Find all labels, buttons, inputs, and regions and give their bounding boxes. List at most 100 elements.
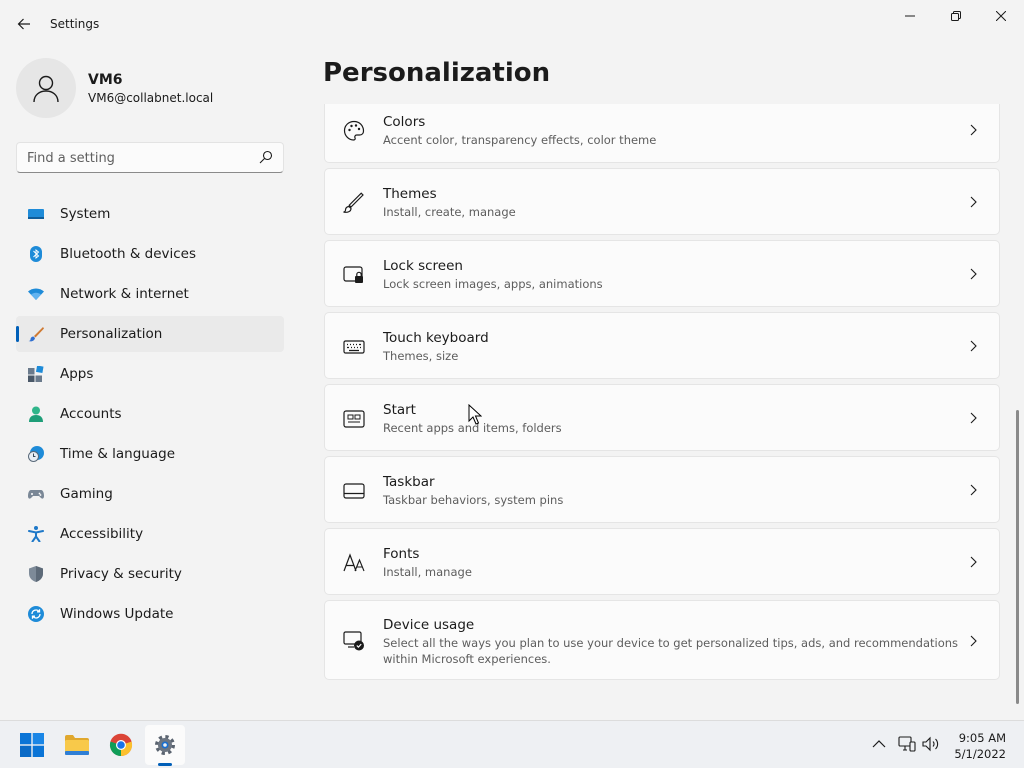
- sidebar-item-time-language[interactable]: Time & language: [16, 436, 284, 472]
- title-bar: Settings: [0, 0, 1024, 48]
- restore-button[interactable]: [933, 0, 979, 32]
- volume-icon[interactable]: [922, 736, 940, 752]
- minimize-icon: [905, 15, 915, 17]
- network-icon[interactable]: [898, 736, 916, 752]
- bluetooth-icon: [30, 246, 42, 262]
- card-subtitle: Lock screen images, apps, animations: [383, 277, 603, 291]
- account-email: VM6@collabnet.local: [88, 91, 214, 105]
- search-box[interactable]: [16, 142, 284, 173]
- folder-icon: [65, 735, 89, 755]
- sidebar-item-bluetooth[interactable]: Bluetooth & devices: [16, 236, 284, 272]
- card-device-usage[interactable]: Device usage Select all the ways you pla…: [324, 600, 1000, 680]
- start-button[interactable]: [12, 725, 52, 765]
- sidebar-item-personalization[interactable]: Personalization: [16, 316, 284, 352]
- chevron-right-icon: [970, 556, 977, 568]
- lock-screen-icon: [343, 266, 363, 283]
- restore-icon: [951, 11, 961, 21]
- wifi-icon: [28, 288, 44, 300]
- search-icon: [259, 150, 273, 164]
- sidebar-item-label: Time & language: [60, 446, 176, 462]
- card-subtitle: Install, manage: [383, 565, 472, 579]
- gamepad-icon: [28, 490, 44, 499]
- card-touch-keyboard[interactable]: Touch keyboard Themes, size: [324, 312, 1000, 379]
- clock-time[interactable]: 9:05 AM: [958, 731, 1006, 745]
- accounts-icon: [29, 406, 43, 422]
- card-title: Device usage: [383, 617, 475, 633]
- app-title: Settings: [50, 17, 100, 31]
- chevron-right-icon: [970, 124, 977, 136]
- account-name: VM6: [88, 72, 123, 88]
- taskbar-icon: [343, 483, 365, 499]
- accessibility-icon: [28, 526, 44, 542]
- back-button[interactable]: [12, 12, 36, 36]
- sidebar-item-label: Apps: [60, 366, 94, 382]
- sidebar-item-accounts[interactable]: Accounts: [16, 396, 284, 432]
- clock-globe-icon: [28, 446, 44, 462]
- card-subtitle: Themes, size: [383, 349, 459, 363]
- card-subtitle: Select all the ways you plan to use your…: [383, 636, 959, 666]
- chevron-right-icon: [970, 412, 977, 424]
- palette-icon: [343, 120, 365, 141]
- sidebar-item-windows-update[interactable]: Windows Update: [16, 596, 284, 632]
- card-title: Themes: [383, 186, 437, 202]
- update-icon: [28, 606, 44, 622]
- sidebar-item-label: Network & internet: [60, 286, 189, 302]
- chevron-right-icon: [970, 484, 977, 496]
- fonts-icon: [343, 553, 365, 572]
- clock-date[interactable]: 5/1/2022: [952, 747, 1006, 761]
- sidebar-item-label: Privacy & security: [60, 566, 182, 582]
- active-app-indicator: [158, 763, 172, 766]
- sidebar-item-accessibility[interactable]: Accessibility: [16, 516, 284, 552]
- pen-brush-icon: [343, 192, 364, 213]
- sidebar-item-gaming[interactable]: Gaming: [16, 476, 284, 512]
- sidebar-item-privacy-security[interactable]: Privacy & security: [16, 556, 284, 592]
- card-subtitle: Accent color, transparency effects, colo…: [383, 133, 657, 147]
- card-title: Colors: [383, 114, 426, 130]
- sidebar-item-system[interactable]: System: [16, 196, 284, 232]
- sidebar-item-network[interactable]: Network & internet: [16, 276, 284, 312]
- windows-logo-icon: [20, 733, 44, 757]
- gear-icon: [155, 735, 175, 755]
- file-explorer-button[interactable]: [57, 725, 97, 765]
- card-lock-screen[interactable]: Lock screen Lock screen images, apps, an…: [324, 240, 1000, 307]
- keyboard-icon: [343, 340, 365, 354]
- card-subtitle: Taskbar behaviors, system pins: [383, 493, 564, 507]
- chevron-right-icon: [970, 268, 977, 280]
- card-title: Taskbar: [383, 474, 435, 490]
- close-icon: [996, 11, 1006, 21]
- sidebar-item-label: Accessibility: [60, 526, 144, 542]
- card-subtitle: Install, create, manage: [383, 205, 516, 219]
- shield-icon: [29, 566, 43, 582]
- card-themes[interactable]: Themes Install, create, manage: [324, 168, 1000, 235]
- card-title: Start: [383, 402, 416, 418]
- card-fonts[interactable]: Fonts Install, manage: [324, 528, 1000, 595]
- close-button[interactable]: [978, 0, 1024, 32]
- back-arrow-icon: [17, 18, 30, 30]
- avatar[interactable]: [16, 58, 76, 118]
- chevron-right-icon: [970, 196, 977, 208]
- card-title: Fonts: [383, 546, 420, 562]
- card-start[interactable]: Start Recent apps and items, folders: [324, 384, 1000, 451]
- sidebar-item-label: System: [60, 206, 111, 222]
- settings-taskbar-button[interactable]: [145, 725, 185, 765]
- apps-icon: [28, 366, 44, 382]
- sidebar-item-label: Accounts: [60, 406, 122, 422]
- settings-list: Colors Accent color, transparency effect…: [324, 104, 1000, 712]
- sidebar-item-label: Personalization: [60, 326, 163, 342]
- chevron-up-icon[interactable]: [872, 738, 886, 750]
- scrollbar-thumb[interactable]: [1016, 410, 1019, 704]
- user-icon: [33, 75, 59, 103]
- minimize-button[interactable]: [887, 0, 933, 32]
- mouse-cursor-icon: [468, 404, 482, 425]
- brush-icon: [28, 327, 44, 342]
- sidebar-item-apps[interactable]: Apps: [16, 356, 284, 392]
- search-input[interactable]: [27, 149, 252, 167]
- chrome-button[interactable]: [101, 725, 141, 765]
- chevron-right-icon: [970, 635, 977, 647]
- card-taskbar[interactable]: Taskbar Taskbar behaviors, system pins: [324, 456, 1000, 523]
- sidebar-item-label: Bluetooth & devices: [60, 246, 197, 262]
- sidebar-item-label: Gaming: [60, 486, 113, 502]
- chevron-right-icon: [970, 340, 977, 352]
- chrome-icon: [109, 733, 133, 757]
- card-colors[interactable]: Colors Accent color, transparency effect…: [324, 104, 1000, 163]
